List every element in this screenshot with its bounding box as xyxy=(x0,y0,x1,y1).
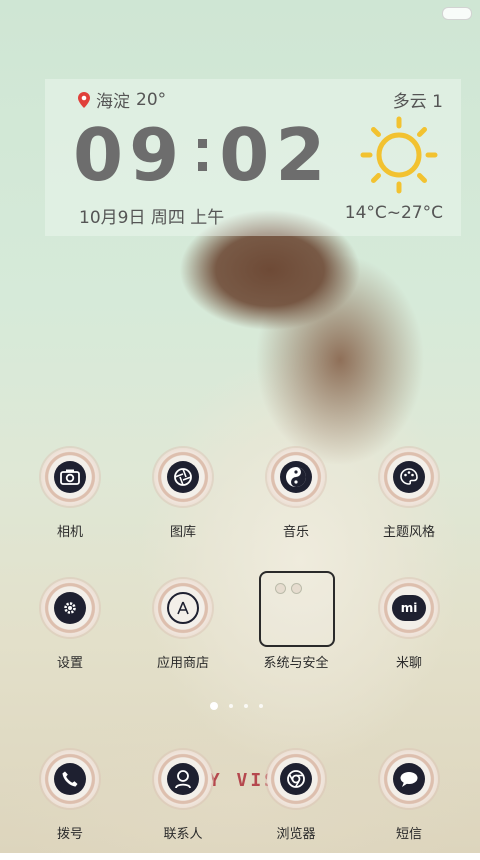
location-row: 海淀 20° xyxy=(78,87,166,112)
app-label-app-store: 应用商店 xyxy=(156,656,209,671)
folder-system-security[interactable] xyxy=(259,571,335,647)
app-label-gallery: 图库 xyxy=(169,525,196,540)
app-mi-talk[interactable]: mi 米聊 xyxy=(354,579,464,689)
app-settings[interactable]: 设置 xyxy=(15,579,125,689)
app-label-messages: 短信 xyxy=(395,827,422,842)
folder-mini-app-icon xyxy=(275,583,286,594)
app-music[interactable]: 音乐 xyxy=(241,448,351,558)
app-icon-frame xyxy=(154,448,212,506)
clock-hour-tens: 0 xyxy=(73,113,130,197)
location-temp: 20° xyxy=(136,89,167,110)
mi-talk-chat-icon: mi xyxy=(392,595,426,621)
clock-minute-tens: 0 xyxy=(219,113,276,197)
app-icon-frame xyxy=(154,579,212,637)
phone-icon xyxy=(54,763,86,795)
app-themes[interactable]: 主题风格 xyxy=(354,448,464,558)
app-icon-frame: mi xyxy=(380,579,438,637)
app-icon-frame xyxy=(267,448,325,506)
clock-time: 0 9 0 2 xyxy=(73,113,331,197)
app-icon-frame xyxy=(380,750,438,808)
app-icon-frame xyxy=(41,750,99,808)
location-pin-icon xyxy=(78,91,90,108)
app-camera[interactable]: 相机 xyxy=(15,448,125,558)
app-icon-frame xyxy=(41,448,99,506)
app-icon-frame xyxy=(267,750,325,808)
weather-condition: 多云 1 xyxy=(392,92,443,112)
location-name: 海淀 xyxy=(96,92,130,112)
app-label-contacts: 联系人 xyxy=(163,827,203,842)
camera-icon xyxy=(54,461,86,493)
page-dot[interactable] xyxy=(229,704,233,708)
app-icon-frame xyxy=(380,448,438,506)
clock-hour-ones: 9 xyxy=(129,113,186,197)
app-icon-frame xyxy=(154,750,212,808)
clock-minute-ones: 2 xyxy=(275,113,332,197)
temperature-range: 14°C~27°C xyxy=(344,203,443,223)
clock-weather-widget[interactable]: 海淀 20° 多云 1 0 9 0 2 10月9日 周四 上午 14°C~27°… xyxy=(45,79,461,236)
dock-dialer[interactable]: 拨号 xyxy=(15,750,125,860)
app-label-browser: 浏览器 xyxy=(276,827,316,842)
person-icon xyxy=(167,763,199,795)
page-dot[interactable] xyxy=(244,704,248,708)
aperture-icon xyxy=(167,461,199,493)
app-label-settings: 设置 xyxy=(56,656,83,671)
app-icon-frame xyxy=(41,579,99,637)
page-dot[interactable] xyxy=(259,704,263,708)
browser-icon xyxy=(280,763,312,795)
app-app-store[interactable]: 应用商店 xyxy=(128,579,238,689)
app-label-themes: 主题风格 xyxy=(382,525,435,540)
sun-icon xyxy=(360,116,438,194)
app-gallery[interactable]: 图库 xyxy=(128,448,238,558)
app-label-camera: 相机 xyxy=(56,525,83,540)
page-indicator[interactable] xyxy=(210,702,263,710)
clock-colon xyxy=(191,139,213,171)
palette-icon xyxy=(393,461,425,493)
yin-yang-icon xyxy=(280,461,312,493)
app-label-mi-talk: 米聊 xyxy=(395,656,422,671)
date-text: 10月9日 周四 上午 xyxy=(79,208,225,228)
chat-bubble-icon xyxy=(393,763,425,795)
app-label-music: 音乐 xyxy=(282,525,309,540)
page-dot-current[interactable] xyxy=(210,702,218,710)
status-bar-toggle[interactable] xyxy=(442,7,472,20)
folder-mini-app-icon xyxy=(291,583,302,594)
app-store-icon xyxy=(167,592,199,624)
gear-icon xyxy=(54,592,86,624)
dock-browser[interactable]: 浏览器 xyxy=(241,750,351,860)
dock-messages[interactable]: 短信 xyxy=(354,750,464,860)
dock-contacts[interactable]: 联系人 xyxy=(128,750,238,860)
app-label-dialer: 拨号 xyxy=(56,827,83,842)
